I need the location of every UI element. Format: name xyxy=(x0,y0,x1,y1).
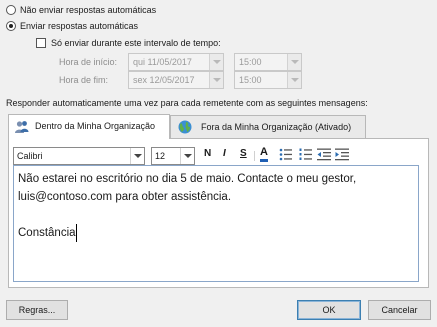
chevron-down-icon xyxy=(287,54,301,70)
start-date-dropdown[interactable]: qui 11/05/2017 xyxy=(128,53,224,71)
send-auto-reply-label: Enviar respostas automáticas xyxy=(20,21,139,31)
tab-inside-organization[interactable]: Dentro da Minha Organização xyxy=(8,114,170,139)
chevron-down-icon xyxy=(209,72,223,88)
message-line xyxy=(18,206,414,224)
message-line: Não estarei no escritório no dia 5 de ma… xyxy=(18,173,357,185)
start-hour-dropdown[interactable]: 15:00 xyxy=(234,53,302,71)
font-color-button[interactable]: A xyxy=(260,146,268,162)
end-date-dropdown[interactable]: sex 12/05/2017 xyxy=(128,71,224,89)
chevron-down-icon xyxy=(209,54,223,70)
chevron-down-icon xyxy=(180,148,194,164)
italic-button[interactable]: I xyxy=(223,148,226,162)
chevron-down-icon xyxy=(130,148,144,164)
font-size-value: 12 xyxy=(155,151,166,161)
cancel-button[interactable]: Cancelar xyxy=(368,300,431,320)
send-auto-reply-radio[interactable] xyxy=(6,21,16,31)
message-body-input[interactable]: Não estarei no escritório no dia 5 de ma… xyxy=(13,165,419,282)
chevron-down-icon xyxy=(287,72,301,88)
increase-indent-icon[interactable] xyxy=(335,148,349,161)
rules-button[interactable]: Regras... xyxy=(6,300,68,320)
tab-inside-label: Dentro da Minha Organização xyxy=(35,121,156,131)
numbered-list-icon[interactable] xyxy=(299,148,313,161)
end-hour-value: 15:00 xyxy=(239,75,262,85)
ok-button[interactable]: OK xyxy=(297,300,361,320)
time-range-label: Só enviar durante este intervalo de temp… xyxy=(51,38,221,48)
toolbar-separator xyxy=(254,151,255,161)
font-family-combo[interactable]: Calibri xyxy=(13,147,145,165)
start-hour-value: 15:00 xyxy=(239,57,262,67)
no-auto-reply-label: Não enviar respostas automáticas xyxy=(20,5,157,15)
people-icon xyxy=(15,121,29,133)
tab-outside-organization[interactable]: Fora da Minha Organização (Ativado) xyxy=(170,115,366,139)
font-size-combo[interactable]: 12 xyxy=(151,147,195,165)
no-auto-reply-radio[interactable] xyxy=(6,5,16,15)
end-hour-dropdown[interactable]: 15:00 xyxy=(234,71,302,89)
font-family-value: Calibri xyxy=(17,151,43,161)
reply-instruction: Responder automaticamente uma vez para c… xyxy=(6,98,368,108)
message-line: Constância xyxy=(18,224,77,242)
end-date-value: sex 12/05/2017 xyxy=(133,75,195,85)
start-time-label: Hora de início: xyxy=(59,57,118,67)
globe-icon xyxy=(178,120,192,134)
underline-button[interactable]: S xyxy=(240,148,247,162)
bullet-list-icon[interactable] xyxy=(279,148,293,161)
tab-outside-label: Fora da Minha Organização (Ativado) xyxy=(201,122,352,132)
start-date-value: qui 11/05/2017 xyxy=(133,57,192,67)
end-time-label: Hora de fim: xyxy=(59,75,109,85)
bold-button[interactable]: N xyxy=(204,148,211,162)
time-range-checkbox[interactable] xyxy=(36,38,46,48)
message-line: luis@contoso.com para obter assistência. xyxy=(18,191,232,203)
decrease-indent-icon[interactable] xyxy=(317,148,331,161)
